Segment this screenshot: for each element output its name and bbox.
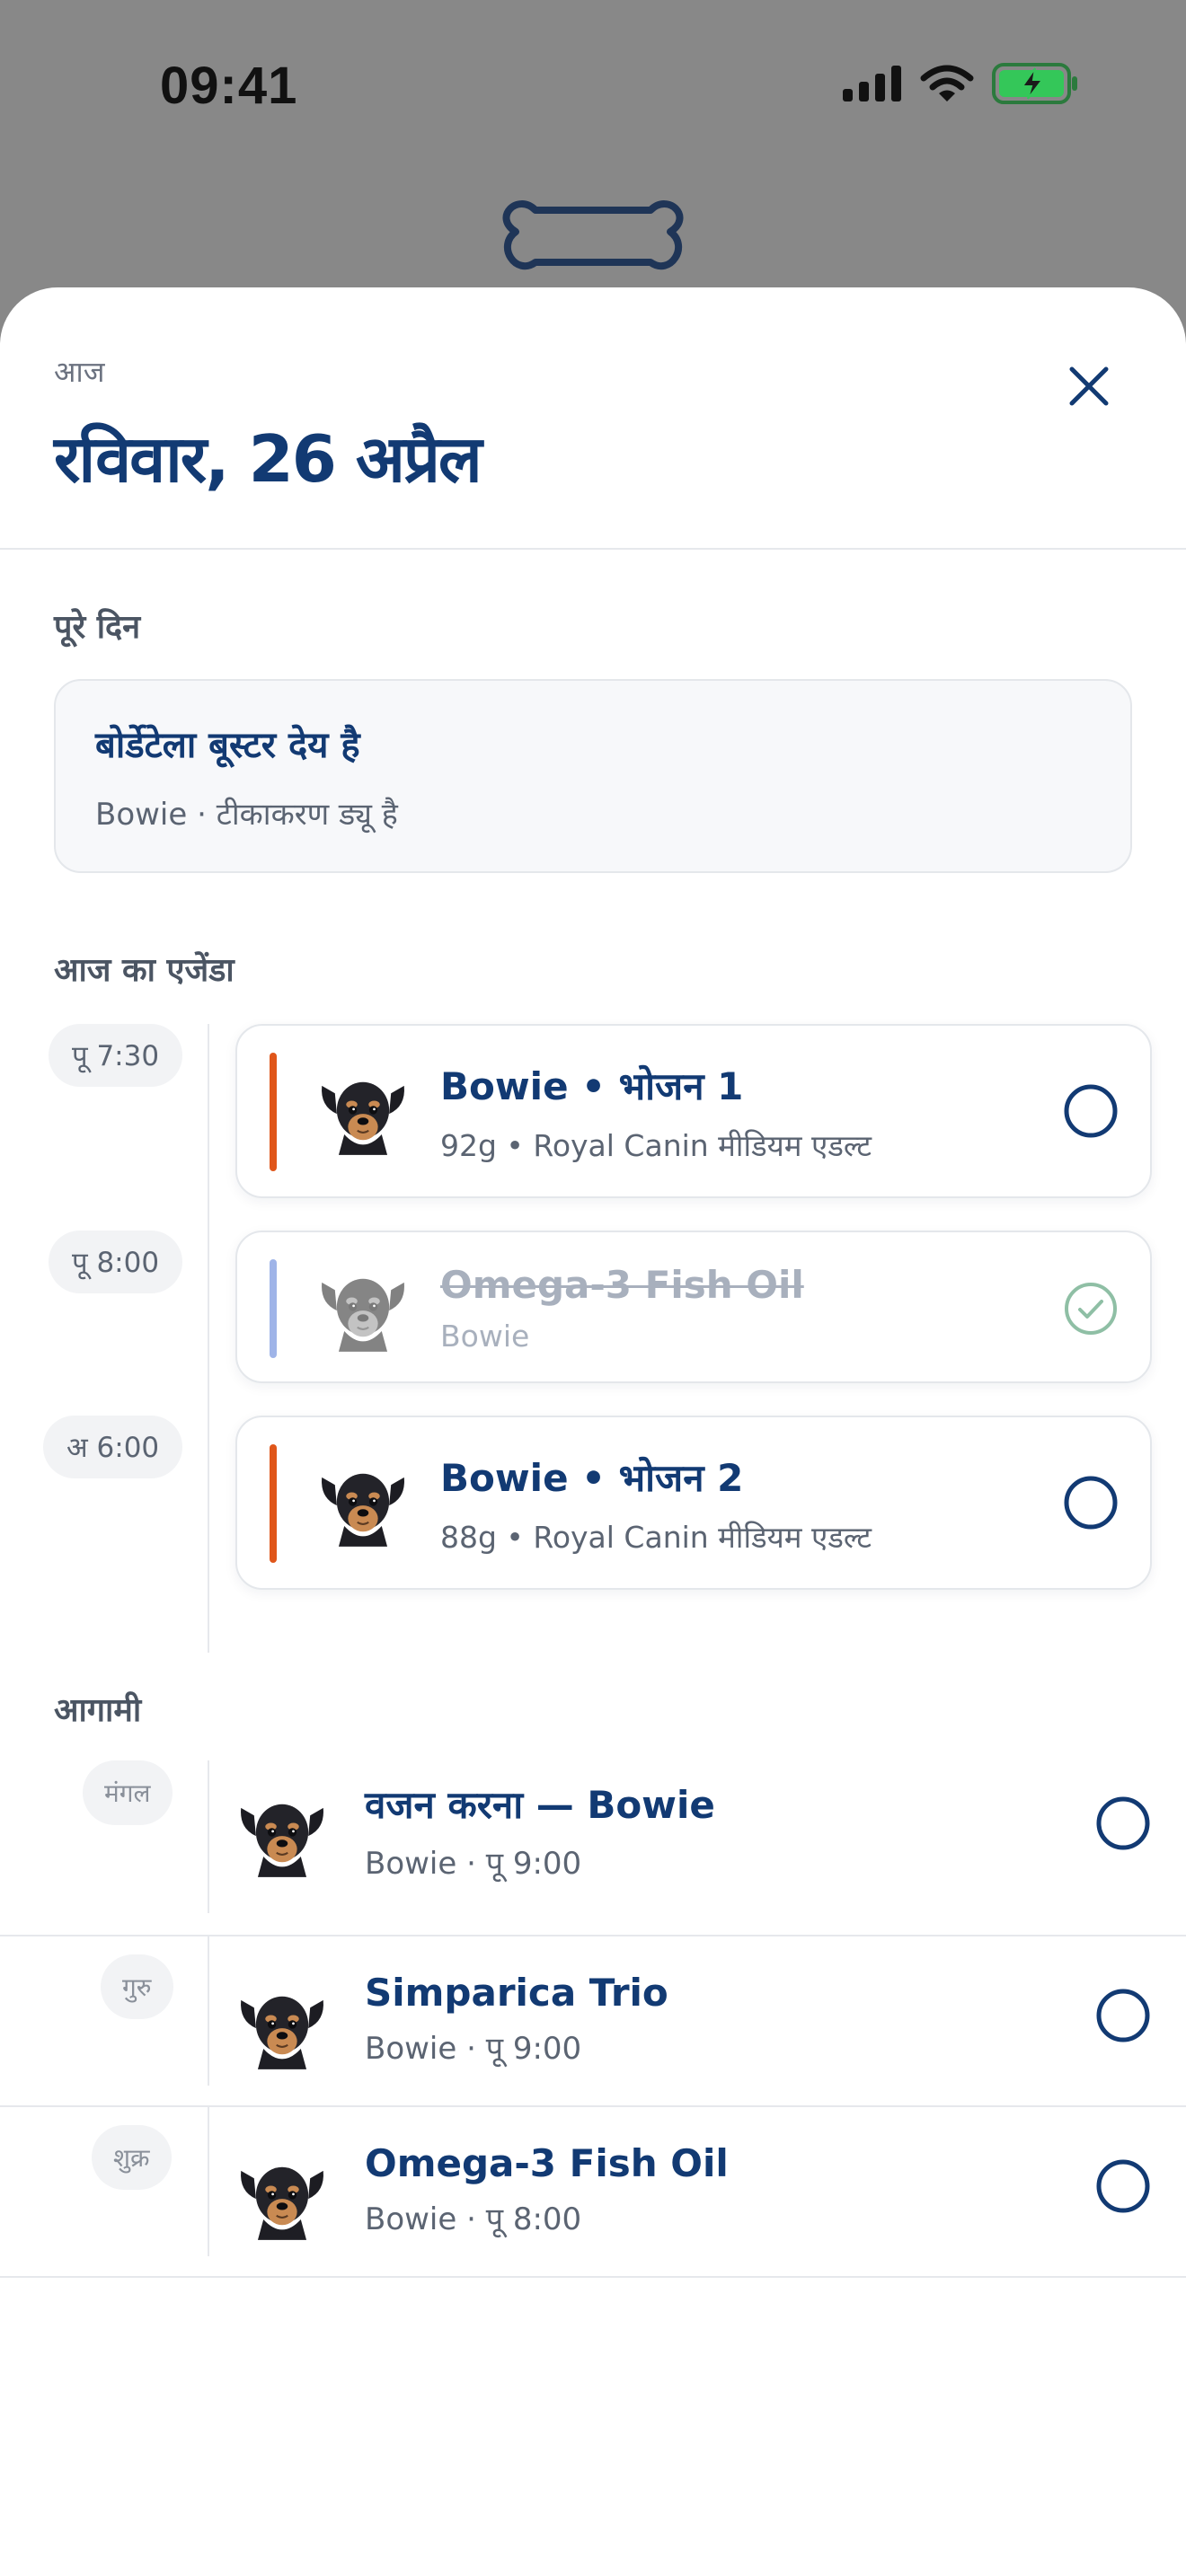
meal-accent-bar	[270, 1053, 277, 1171]
upcoming-timeline	[208, 1760, 209, 1913]
today-label: आज	[54, 355, 105, 389]
wifi-icon	[920, 65, 974, 101]
upcoming-timeline	[208, 2107, 209, 2256]
upcoming-item-title: Simparica Trio	[365, 1971, 668, 2015]
close-icon	[1069, 366, 1109, 406]
dog-avatar	[316, 1065, 410, 1159]
bone-icon	[502, 200, 684, 270]
agenda-item[interactable]: Omega-3 Fish Oil Bowie	[235, 1231, 1152, 1383]
agenda-time: अ 6:00	[43, 1416, 183, 1478]
agenda-item-title: Bowie • भोजन 2	[440, 1456, 744, 1500]
agenda-time: पू 7:30	[49, 1024, 183, 1087]
agenda-item-title: Bowie • भोजन 1	[440, 1064, 744, 1108]
empty-circle-icon[interactable]	[1094, 2157, 1152, 2215]
check-circle-icon[interactable]	[1062, 1280, 1120, 1337]
row-divider	[0, 2276, 1186, 2278]
all-day-card[interactable]: बोर्डेटेला बूस्टर देय है Bowie · टीकाकरण…	[54, 679, 1132, 873]
all-day-card-title: बोर्डेटेला बूस्टर देय है	[95, 725, 360, 766]
upcoming-item-title: Omega-3 Fish Oil	[365, 2141, 729, 2185]
empty-circle-icon[interactable]	[1094, 1987, 1152, 2044]
sheet-header: आज रविवार, 26 अप्रैल	[0, 287, 1186, 550]
cellular-icon	[843, 66, 901, 101]
dog-avatar	[316, 1262, 410, 1355]
upcoming-item[interactable]: गुरु Simparica Trio Bowie · पू 9:00	[0, 1936, 1186, 2107]
agenda-item[interactable]: Bowie • भोजन 2 88g • Royal Canin मीडियम …	[235, 1416, 1152, 1590]
empty-circle-icon[interactable]	[1094, 1795, 1152, 1852]
agenda-item[interactable]: Bowie • भोजन 1 92g • Royal Canin मीडियम …	[235, 1024, 1152, 1198]
upcoming-label: आगामी	[54, 1692, 142, 1729]
dog-avatar	[316, 1457, 410, 1550]
agenda-timeline	[208, 1509, 209, 1653]
dog-avatar	[235, 2150, 329, 2244]
upcoming-item-subtitle: Bowie · पू 9:00	[365, 2031, 582, 2067]
upcoming-item-subtitle: Bowie · पू 9:00	[365, 1846, 582, 1882]
page-title: रविवार, 26 अप्रैल	[54, 421, 482, 497]
status-time: 09:41	[160, 57, 298, 115]
upcoming-item-subtitle: Bowie · पू 8:00	[365, 2201, 582, 2237]
upcoming-day: शुक्र	[92, 2125, 172, 2190]
all-day-label: पूरे दिन	[54, 609, 141, 646]
upcoming-item-title: वजन करना — Bowie	[365, 1783, 715, 1827]
empty-circle-icon[interactable]	[1062, 1474, 1120, 1531]
upcoming-day: गुरु	[101, 1954, 173, 2019]
agenda-label: आज का एजेंडा	[54, 952, 235, 989]
dog-avatar	[235, 1980, 329, 2073]
upcoming-day: मंगल	[83, 1760, 173, 1825]
battery-charging-icon	[992, 63, 1077, 104]
empty-circle-icon[interactable]	[1062, 1082, 1120, 1140]
agenda-item-subtitle: 88g • Royal Canin मीडियम एडल्ट	[440, 1520, 872, 1555]
status-bar: 09:41	[0, 0, 1186, 270]
status-icons	[843, 63, 1078, 104]
upcoming-item[interactable]: शुक्र Omega-3 Fish Oil Bowie · पू 8:00	[0, 2107, 1186, 2278]
upcoming-timeline	[208, 1936, 209, 2086]
agenda-time: पू 8:00	[49, 1231, 183, 1293]
day-sheet: आज रविवार, 26 अप्रैल पूरे दिन बोर्डेटेला…	[0, 287, 1186, 2576]
supplement-accent-bar	[270, 1259, 277, 1358]
meal-accent-bar	[270, 1444, 277, 1563]
close-button[interactable]	[1060, 357, 1118, 415]
upcoming-item[interactable]: मंगल वजन करना — Bowie Bowie · पू 9:00	[0, 1760, 1186, 1936]
all-day-card-subtitle: Bowie · टीकाकरण ड्यू है	[95, 797, 398, 833]
agenda-item-title: Omega-3 Fish Oil	[440, 1263, 804, 1307]
dog-avatar	[235, 1787, 329, 1881]
agenda-item-subtitle: 92g • Royal Canin मीडियम एडल्ट	[440, 1128, 872, 1163]
agenda-timeline	[208, 1024, 209, 1509]
agenda-item-subtitle: Bowie	[440, 1319, 530, 1354]
